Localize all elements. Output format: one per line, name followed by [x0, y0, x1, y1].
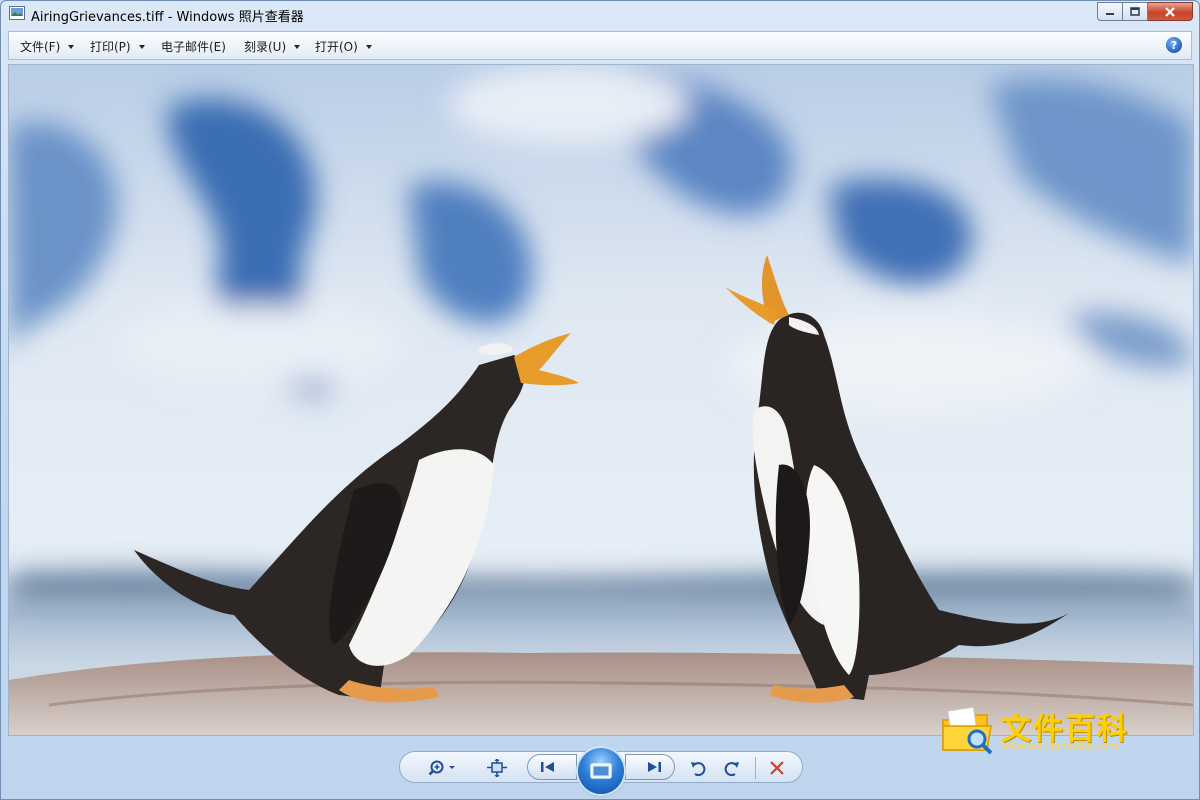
- rotate-clockwise-icon: [724, 762, 739, 777]
- menu-file[interactable]: 文件(F): [20, 38, 75, 55]
- menu-open-label: 打开(O): [315, 40, 358, 54]
- dropdown-arrow-icon: [294, 44, 301, 49]
- title-bar[interactable]: AiringGrievances.tiff - Windows 照片查看器: [1, 1, 1199, 29]
- rotate-counterclockwise-button[interactable]: [686, 755, 710, 781]
- watermark-url: www.wenjianbaike.com: [1001, 741, 1118, 752]
- close-button[interactable]: [1148, 2, 1193, 21]
- penguins-photo: [9, 65, 1193, 735]
- window-title: AiringGrievances.tiff - Windows 照片查看器: [31, 10, 304, 25]
- previous-button[interactable]: [527, 754, 577, 780]
- zoom-icon: [428, 760, 455, 776]
- rotate-counterclockwise-icon: [691, 762, 706, 777]
- menu-bar: 文件(F) 打印(P) 电子邮件(E) 刻录(U) 打开(O) ?: [8, 31, 1192, 60]
- maximize-icon: [1130, 7, 1140, 16]
- zoom-button[interactable]: [425, 755, 461, 781]
- next-button[interactable]: [625, 754, 675, 780]
- photo-viewer-app-icon: [9, 6, 25, 20]
- menu-print-label: 打印(P): [90, 40, 131, 54]
- photo-viewer-window: AiringGrievances.tiff - Windows 照片查看器 文件…: [0, 0, 1200, 800]
- menu-print[interactable]: 打印(P): [90, 38, 145, 55]
- menu-file-label: 文件(F): [20, 40, 61, 54]
- menu-email-label: 电子邮件(E): [161, 40, 226, 54]
- dropdown-arrow-icon: [68, 44, 75, 49]
- menu-burn-label: 刻录(U): [244, 40, 287, 54]
- next-icon: [648, 762, 661, 772]
- menu-email[interactable]: 电子邮件(E): [161, 38, 226, 55]
- image-view: [8, 64, 1194, 736]
- watermark: 文件百科 www.wenjianbaike.com: [939, 704, 1151, 760]
- menu-burn[interactable]: 刻录(U): [244, 38, 301, 55]
- maximize-button[interactable]: [1123, 2, 1148, 21]
- delete-button[interactable]: [765, 755, 789, 781]
- slideshow-icon: [590, 763, 612, 779]
- slideshow-button[interactable]: [578, 748, 624, 794]
- rotate-clockwise-button[interactable]: [720, 755, 744, 781]
- toolbar-separator: [755, 757, 756, 779]
- dropdown-arrow-icon: [138, 44, 145, 49]
- previous-icon: [541, 762, 554, 772]
- minimize-icon: [1106, 12, 1114, 15]
- minimize-button[interactable]: [1097, 2, 1123, 21]
- dropdown-arrow-icon: [365, 44, 372, 49]
- help-icon[interactable]: ?: [1166, 37, 1182, 53]
- menu-open[interactable]: 打开(O): [315, 38, 372, 55]
- fit-to-window-icon: [487, 759, 507, 777]
- actual-size-button[interactable]: [483, 755, 511, 781]
- close-icon: [1165, 6, 1175, 17]
- folder-search-icon: [942, 706, 993, 755]
- delete-icon: [770, 761, 784, 775]
